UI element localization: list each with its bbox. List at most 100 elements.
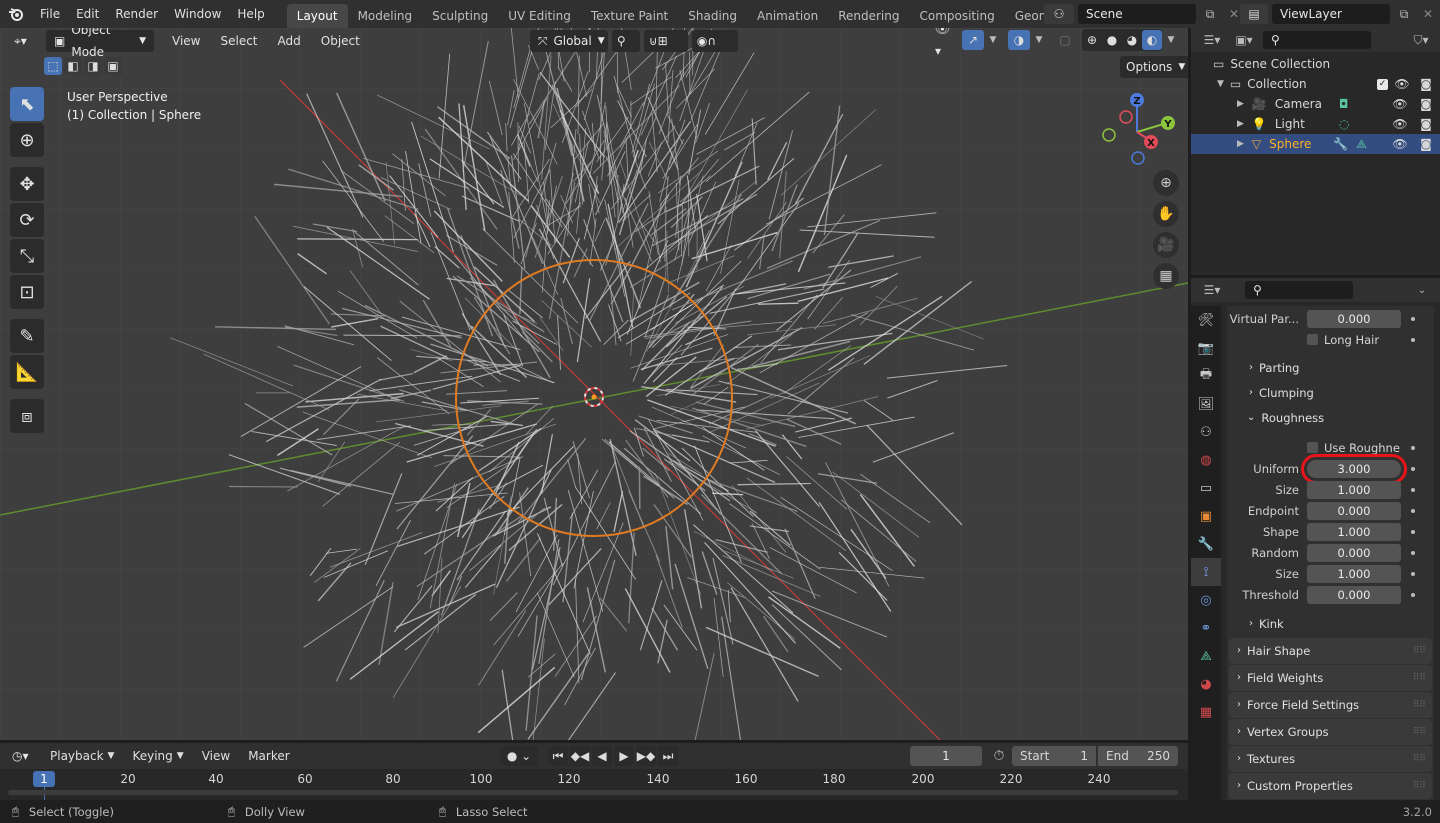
rendered-shading-icon[interactable]: ◐	[1142, 30, 1162, 50]
tab-rendering[interactable]: Rendering	[828, 4, 909, 28]
prev-keyframe-icon[interactable]: ◆◀	[570, 746, 590, 766]
checkbox-icon[interactable]: ✓	[1377, 78, 1388, 90]
virtual-parents-field[interactable]: 0.000	[1307, 309, 1401, 328]
random-size-field[interactable]: 1.000	[1307, 564, 1401, 583]
tab-modeling[interactable]: Modeling	[348, 4, 423, 28]
eye-icon[interactable]: 👁	[1394, 74, 1410, 94]
menu-playback[interactable]: Playback ▼	[42, 745, 122, 767]
texture-tab-icon[interactable]: ▦	[1191, 698, 1221, 726]
keyframe-dot-icon[interactable]	[1411, 337, 1415, 342]
use-roughness-checkbox[interactable]	[1307, 442, 1318, 453]
keyframe-dot-icon[interactable]	[1411, 508, 1415, 513]
panel-textures[interactable]: › Textures ⠿⠿	[1229, 746, 1432, 772]
drag-handle-icon[interactable]: ⠿⠿	[1413, 746, 1426, 772]
keyframe-dot-icon[interactable]	[1411, 529, 1415, 534]
output-tab-icon[interactable]: 🖶	[1191, 362, 1221, 390]
viewlayer-icon[interactable]: ▤	[1240, 4, 1268, 24]
expand-arrow-icon[interactable]: ▼	[1217, 74, 1224, 94]
long-hair-checkbox[interactable]	[1307, 334, 1318, 345]
render-camera-icon[interactable]: ◙	[1416, 114, 1436, 134]
expand-arrow-icon[interactable]: ▶	[1237, 134, 1244, 154]
collection-tab-icon[interactable]: ▭	[1191, 474, 1221, 502]
subpanel-parting[interactable]: › Parting	[1227, 355, 1434, 381]
tab-shading[interactable]: Shading	[678, 4, 747, 28]
tool-tab-icon[interactable]: 🛠	[1191, 306, 1221, 334]
world-tab-icon[interactable]: ◍	[1191, 446, 1221, 474]
uniform-size-field[interactable]: 1.000	[1307, 481, 1401, 499]
tab-texture-paint[interactable]: Texture Paint	[581, 4, 678, 28]
snap-icon[interactable]: ⊍⊞	[643, 30, 688, 52]
modifiers-tab-icon[interactable]: 🔧	[1191, 530, 1221, 558]
menu-view[interactable]: View	[164, 30, 208, 52]
select-new-icon[interactable]: ⬚	[44, 57, 62, 75]
data-tab-icon[interactable]: ⟁	[1191, 642, 1221, 670]
chevron-down-icon[interactable]: ▼	[1164, 30, 1178, 50]
panel-vertex-groups[interactable]: › Vertex Groups ⠿⠿	[1229, 719, 1432, 745]
add-cube-tool-icon[interactable]: ⧈	[10, 399, 44, 433]
neg-x-axis-icon[interactable]	[1119, 110, 1133, 124]
move-tool-icon[interactable]: ✥	[10, 167, 44, 201]
menu-window[interactable]: Window	[166, 0, 229, 28]
tab-compositing[interactable]: Compositing	[909, 4, 1004, 28]
select-intersect-icon[interactable]: ▣	[104, 57, 122, 75]
keyframe-dot-icon[interactable]	[1411, 550, 1415, 555]
record-icon[interactable]: ● ⌄	[500, 746, 538, 766]
menu-render[interactable]: Render	[107, 0, 166, 28]
playhead-frame[interactable]: 1	[33, 771, 55, 787]
annotate-tool-icon[interactable]: ✎	[10, 319, 44, 353]
outliner-search-input[interactable]: ⚲	[1263, 31, 1371, 49]
render-camera-icon[interactable]: ◙	[1416, 134, 1436, 154]
drag-handle-icon[interactable]: ⠿⠿	[1413, 719, 1426, 745]
camera-view-icon[interactable]: 🎥	[1153, 232, 1179, 258]
end-frame-field[interactable]: End 250	[1098, 746, 1178, 766]
timeline-scrollbar[interactable]	[8, 790, 1178, 795]
perspective-toggle-icon[interactable]: ▦	[1153, 263, 1179, 289]
tab-layout[interactable]: Layout	[286, 4, 348, 28]
editor-type-icon[interactable]: ⌖▾	[10, 30, 42, 52]
select-extend-icon[interactable]: ◧	[64, 57, 82, 75]
options-dropdown[interactable]: Options ▼	[1120, 56, 1188, 78]
overlay-toggle-icon[interactable]: ◑	[1008, 30, 1030, 50]
menu-keying[interactable]: Keying ▼	[124, 745, 191, 767]
view-layer-tab-icon[interactable]: 🖼	[1191, 390, 1221, 418]
select-subtract-icon[interactable]: ◨	[84, 57, 102, 75]
subpanel-clumping[interactable]: › Clumping	[1227, 381, 1434, 405]
play-reverse-icon[interactable]: ◀	[592, 746, 612, 766]
eye-icon[interactable]: 👁	[1392, 114, 1408, 134]
physics-tab-icon[interactable]: ◎	[1191, 586, 1221, 614]
panel-custom-properties[interactable]: › Custom Properties ⠿⠿	[1229, 773, 1432, 799]
eye-icon[interactable]: 👁	[1392, 94, 1408, 114]
scene-name-field[interactable]: Scene	[1078, 4, 1196, 24]
menu-edit[interactable]: Edit	[68, 0, 107, 28]
panel-force-field-settings[interactable]: › Force Field Settings ⠿⠿	[1229, 692, 1432, 718]
orientation-dropdown[interactable]: ⤧ Global ▼	[529, 30, 608, 52]
editor-type-icon[interactable]: ☰▾	[1199, 280, 1225, 300]
tree-item-sphere[interactable]: ▶ ▽ Sphere 🔧 ⟁ 👁 ◙	[1191, 134, 1440, 154]
drag-handle-icon[interactable]: ⠿⠿	[1413, 692, 1426, 718]
panel-hair-shape[interactable]: › Hair Shape ⠿⠿	[1229, 638, 1432, 664]
tree-item-collection[interactable]: ▼ ▭ Collection ✓ 👁 ◙	[1191, 74, 1440, 94]
mode-dropdown[interactable]: ▣ Object Mode ▼	[46, 28, 154, 59]
rotate-tool-icon[interactable]: ⟳	[10, 203, 44, 237]
play-icon[interactable]: ▶	[614, 746, 634, 766]
chevron-down-icon[interactable]: ⌄	[1412, 280, 1432, 300]
xray-icon[interactable]: ▢	[1054, 30, 1076, 50]
transform-tool-icon[interactable]: ⊡	[10, 275, 44, 309]
menu-select[interactable]: Select	[212, 30, 265, 52]
tree-item-light[interactable]: ▶ 💡 Light ◌ 👁 ◙	[1191, 114, 1440, 134]
copy-scene-icon[interactable]: ⧉	[1200, 4, 1220, 24]
expand-arrow-icon[interactable]: ▶	[1237, 94, 1244, 114]
particles-tab-icon[interactable]: ⟟	[1191, 558, 1221, 586]
tab-uv-editing[interactable]: UV Editing	[498, 4, 581, 28]
subpanel-kink[interactable]: › Kink	[1227, 611, 1434, 637]
menu-timeline-view[interactable]: View	[194, 745, 238, 767]
subpanel-roughness[interactable]: ⌄ Roughness	[1227, 405, 1434, 431]
panel-field-weights[interactable]: › Field Weights ⠿⠿	[1229, 665, 1432, 691]
gizmo-toggle-icon[interactable]: ↗	[962, 30, 984, 50]
navigation-gizmo[interactable]: Z Y X	[1092, 90, 1182, 170]
timeline-ruler[interactable]: 1 20 40 60 80 100 120 140 160 180 200 22…	[0, 769, 1188, 800]
uniform-roughness-field[interactable]: 3.000	[1301, 454, 1407, 484]
render-camera-icon[interactable]: ◙	[1416, 74, 1436, 94]
scene-icon[interactable]: ⚇	[1044, 4, 1074, 24]
display-mode-icon[interactable]: ▣▾	[1231, 30, 1257, 50]
